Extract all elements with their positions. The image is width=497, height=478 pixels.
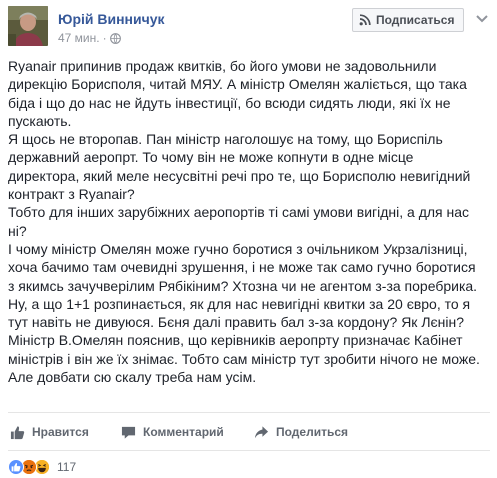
post-line: ні? [8,222,27,239]
post-line: Але довбати сю скалу треба нам усім. [8,369,257,386]
actions-top-divider [8,412,490,413]
author-avatar[interactable] [8,6,48,46]
post-line: Ryanair припинив продаж квитків, бо його… [8,58,437,74]
post-body: Ryanair припинив продаж квитків, бо його… [8,57,490,386]
thumbs-up-icon [10,425,25,439]
globe-icon [109,32,121,44]
post-header: Юрій Винничук 47 мин. · Подписаться [0,0,497,52]
post-line: біда і що до нас не йдуть інвестиції, бо… [8,94,451,111]
post-line: Тобто для інших зарубіжних аеропортів ті… [8,204,470,221]
reactions-top-divider [8,450,490,451]
post-line: тут навіть не дивуюся. Бєня далі править… [8,314,465,331]
post-meta: 47 мин. · [58,31,121,45]
post-line: директора, який меле несусвітні речі про… [8,167,471,184]
rss-icon [359,14,371,26]
post-line: Я щось не второпав. Пан міністр наголошу… [8,131,443,148]
post-line: контракт з Ryanair? [8,186,135,203]
like-button[interactable]: Нравится [10,420,89,444]
chevron-down-icon[interactable] [473,12,491,26]
post-line: дирекцію Борисполя, читай МЯУ. А міністр… [8,76,467,93]
post-actions: Нравится Комментарий Поделиться [0,420,497,444]
author-name[interactable]: Юрій Винничук [58,11,165,27]
share-button[interactable]: Поделиться [254,420,348,444]
share-button-label: Поделиться [276,425,349,439]
post-line: І чому міністр Омелян може гучно боротис… [8,240,468,257]
post-line: пускають. [8,112,72,129]
meta-separator: · [102,31,107,45]
comment-button[interactable]: Комментарий [121,420,224,444]
post-line: Міністр В.Омелян пояснив, що керівників … [8,332,463,349]
share-icon [254,425,269,438]
post-line: Ну, а що 1+1 розпинається, як для нас не… [8,295,471,312]
post-line: з якимсь зачучверілим Рябікіним? Хтозна … [8,277,478,294]
like-icon [8,459,24,475]
post-timestamp[interactable]: 47 мин. [58,31,100,45]
follow-button[interactable]: Подписаться [352,8,464,32]
comment-icon [121,426,136,439]
post-line: міністрів і він же їх знімає. Тобто сам … [8,350,480,367]
post-line: хоча бачимо там очевидні зрушення, і не … [8,259,476,276]
post-line: державний аеропрт. То чому він не може к… [8,149,414,166]
follow-button-label: Подписаться [376,13,455,27]
reactions-summary[interactable]: 117 [8,458,76,476]
comment-button-label: Комментарий [143,425,224,439]
reactions-count[interactable]: 117 [57,460,76,474]
like-button-label: Нравится [32,425,89,439]
